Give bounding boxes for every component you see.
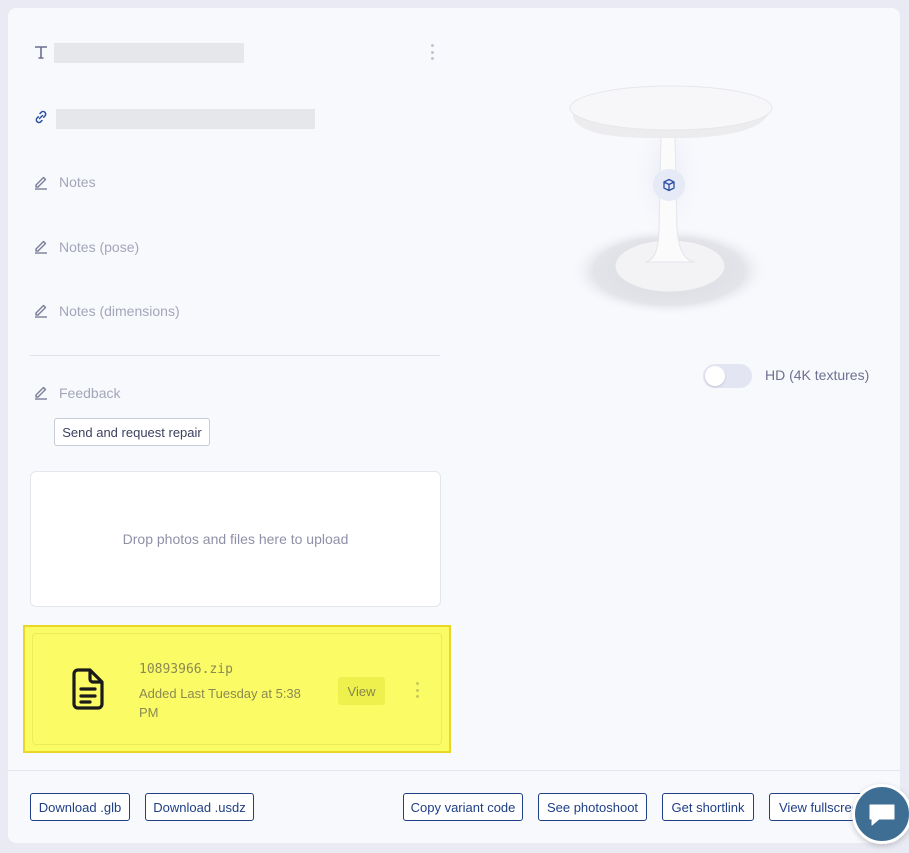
ar-button[interactable]: [653, 169, 685, 201]
view-file-button[interactable]: View: [338, 677, 385, 705]
send-request-repair-button[interactable]: Send and request repair: [54, 418, 210, 446]
divider: [30, 355, 440, 356]
file-added-date: Added Last Tuesday at 5:38 PM: [139, 686, 301, 720]
notes-pose-field[interactable]: Notes (pose): [59, 239, 139, 255]
download-usdz-button[interactable]: Download .usdz: [145, 793, 254, 821]
notes-dimensions-field[interactable]: Notes (dimensions): [59, 303, 180, 319]
feedback-field[interactable]: Feedback: [59, 385, 120, 401]
see-photoshoot-button[interactable]: See photoshoot: [538, 793, 647, 821]
toggle-knob: [705, 366, 725, 386]
chat-launcher-button[interactable]: [852, 784, 909, 844]
pencil-icon: [33, 238, 49, 254]
hd-toggle-label: HD (4K textures): [765, 367, 870, 383]
link-icon: [33, 109, 49, 125]
footer-divider: [8, 770, 900, 771]
get-shortlink-button[interactable]: Get shortlink: [662, 793, 754, 821]
download-glb-button[interactable]: Download .glb: [30, 793, 130, 821]
title-field[interactable]: [54, 43, 244, 63]
copy-variant-code-button[interactable]: Copy variant code: [403, 793, 523, 821]
more-vertical-icon[interactable]: [414, 682, 420, 698]
dropzone-text: Drop photos and files here to upload: [122, 531, 349, 547]
pencil-icon: [33, 174, 49, 190]
upload-dropzone[interactable]: Drop photos and files here to upload: [30, 471, 441, 607]
asset-panel: Notes Notes (pose) Notes (dimensions) Fe…: [8, 8, 900, 843]
notes-field[interactable]: Notes: [59, 174, 96, 190]
cube-icon: [662, 178, 676, 192]
link-field[interactable]: [56, 109, 315, 129]
chat-icon: [867, 802, 897, 828]
file-highlight: 10893966.zip Added Last Tuesday at 5:38 …: [23, 625, 451, 753]
more-vertical-icon[interactable]: [429, 44, 435, 60]
hd-toggle[interactable]: [703, 364, 752, 388]
document-icon: [70, 667, 106, 711]
file-card: 10893966.zip Added Last Tuesday at 5:38 …: [32, 633, 442, 745]
text-icon: [33, 44, 49, 60]
pencil-icon: [33, 384, 49, 400]
file-name: 10893966.zip: [139, 662, 233, 677]
pencil-icon: [33, 302, 49, 318]
